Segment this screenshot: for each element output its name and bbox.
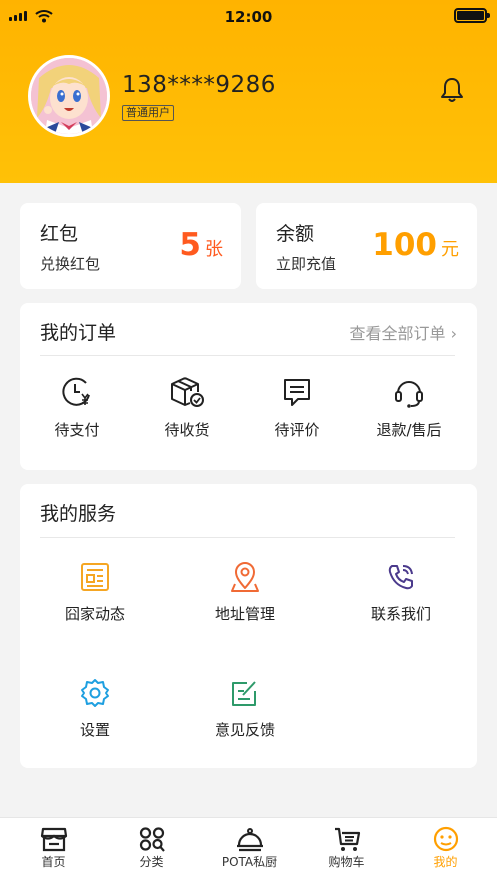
cart-icon [334, 827, 360, 851]
order-pending-review-label: 待评价 [274, 421, 320, 439]
services-card: 我的服务 囧家动态 地址管理 联系我们 设置 意见反馈 [20, 484, 477, 768]
service-feedback[interactable]: 意见反馈 [190, 677, 300, 740]
smile-icon [433, 826, 458, 852]
balance-amount: 100 元 [372, 227, 459, 263]
order-pending-receipt[interactable]: 待收货 [132, 375, 242, 440]
redeem-red-packet-link[interactable]: 兑换红包 [40, 253, 100, 274]
order-pending-receipt-label: 待收货 [164, 421, 210, 439]
location-icon [231, 562, 259, 592]
order-pending-review[interactable]: 待评价 [242, 375, 352, 440]
tab-category[interactable]: 分类 [102, 818, 201, 883]
service-feedback-label: 意见反馈 [214, 721, 275, 739]
avatar[interactable] [28, 55, 110, 137]
balance-unit: 元 [441, 239, 459, 260]
phone-icon [388, 565, 413, 590]
red-packet-count-value: 5 [179, 227, 201, 263]
balance-card[interactable]: 余额 立即充值 100 元 [256, 203, 477, 289]
headset-icon [395, 381, 423, 408]
profile-header: 12:00 138****9286 普通用户 [0, 0, 497, 183]
order-refund-aftersale-label: 退款/售后 [376, 421, 442, 439]
balance-title: 余额 [276, 223, 315, 245]
news-icon [81, 563, 109, 591]
user-phone: 138****9286 [122, 72, 276, 98]
service-settings-label: 设置 [79, 721, 110, 739]
service-news[interactable]: 囧家动态 [40, 561, 150, 624]
status-bar: 12:00 [0, 0, 497, 34]
recharge-link[interactable]: 立即充值 [276, 253, 336, 274]
red-packet-title: 红包 [40, 223, 79, 245]
tab-pota-kitchen[interactable]: POTA私厨 [200, 818, 299, 883]
orders-divider [40, 355, 455, 356]
service-settings[interactable]: 设置 [40, 677, 150, 740]
tab-home[interactable]: 首页 [4, 818, 103, 883]
tab-home-label: 首页 [41, 855, 66, 869]
store-icon [40, 827, 67, 852]
status-time: 12:00 [224, 8, 273, 26]
order-pending-payment-label: 待支付 [54, 421, 100, 439]
tab-pota-kitchen-label: POTA私厨 [221, 855, 278, 869]
service-news-label: 囧家动态 [64, 605, 125, 623]
category-icon [139, 827, 165, 852]
service-contact[interactable]: 联系我们 [346, 561, 456, 624]
services-title: 我的服务 [40, 503, 117, 525]
tab-mine[interactable]: 我的 [396, 818, 495, 883]
user-type-badge: 普通用户 [122, 105, 174, 121]
service-address[interactable]: 地址管理 [190, 561, 300, 624]
view-all-orders-link[interactable]: 查看全部订单 › [350, 320, 458, 344]
red-packet-unit: 张 [205, 239, 223, 260]
tab-mine-label: 我的 [433, 855, 458, 869]
gear-icon [81, 679, 109, 707]
battery-icon [454, 8, 490, 23]
tab-cart-label: 购物车 [328, 855, 365, 869]
order-refund-aftersale[interactable]: 退款/售后 [354, 375, 464, 440]
comment-icon [284, 379, 310, 406]
orders-title: 我的订单 [40, 322, 117, 344]
red-packet-card[interactable]: 红包 兑换红包 5张 [20, 203, 241, 289]
clock-yen-icon [62, 377, 90, 406]
red-packet-count: 5张 [179, 227, 223, 263]
cloche-icon [236, 828, 263, 852]
bottom-tab-bar: 首页 分类 POTA私厨 购物车 我的 [0, 817, 497, 883]
balance-amount-value: 100 [372, 227, 437, 263]
orders-card: 我的订单 查看全部订单 › 待支付 待收货 待评价 退款/售后 [20, 303, 477, 470]
tab-cart[interactable]: 购物车 [297, 818, 396, 883]
tab-category-label: 分类 [139, 855, 164, 869]
feedback-icon [232, 681, 256, 706]
order-pending-payment[interactable]: 待支付 [22, 375, 132, 440]
services-divider [40, 537, 455, 538]
service-contact-label: 联系我们 [370, 605, 431, 623]
bell-icon[interactable] [438, 76, 466, 104]
service-address-label: 地址管理 [214, 605, 275, 623]
package-check-icon [171, 377, 204, 407]
